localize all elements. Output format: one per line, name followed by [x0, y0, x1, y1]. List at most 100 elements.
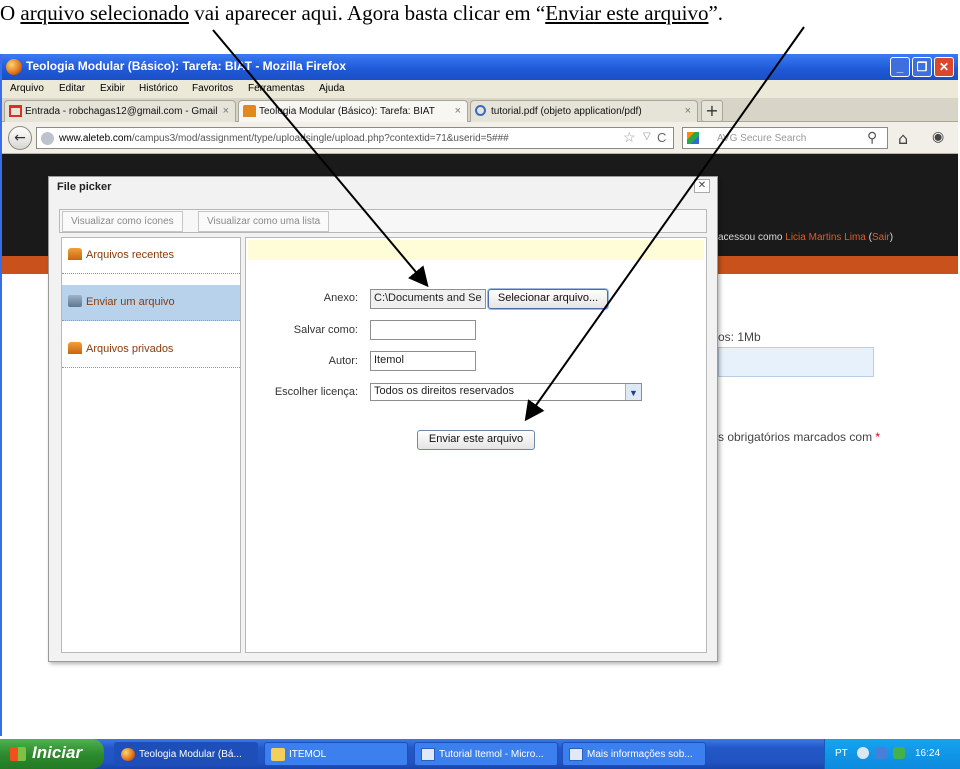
login-prefix: acessou como [718, 232, 786, 243]
windows-logo-icon [10, 747, 26, 761]
new-tab-button[interactable]: + [701, 100, 723, 122]
caption-underlined-button: Enviar este arquivo [545, 1, 709, 25]
repo-arquivos-recentes[interactable]: Arquivos recentes [62, 238, 240, 274]
title-bar[interactable]: Teologia Modular (Básico): Tarefa: BIAT … [2, 54, 958, 80]
menu-favoritos[interactable]: Favoritos [192, 83, 233, 94]
security-icon[interactable] [893, 747, 905, 759]
caption-part: vai aparecer aqui. Agora basta clicar em… [188, 1, 546, 25]
moodle-icon [68, 342, 82, 354]
salvar-como-label: Salvar como: [293, 324, 358, 336]
close-icon[interactable]: ✕ [694, 179, 710, 193]
login-user-link[interactable]: Licia Martins Lima [785, 232, 866, 243]
author-input[interactable]: Itemol [370, 351, 476, 371]
system-tray: PT 16:24 [824, 739, 960, 769]
required-fields-text: s obrigatórios marcados com * [718, 430, 880, 444]
max-size-text: os: 1Mb [718, 330, 761, 344]
repository-list: Arquivos recentes Enviar um arquivo Arqu… [61, 237, 241, 653]
taskbar-item-tutorial-word[interactable]: Tutorial Itemol - Micro... [414, 742, 558, 766]
tab-close-icon[interactable]: × [455, 105, 461, 117]
tab-label: Entrada - robchagas12@gmail.com - Gmail [25, 106, 218, 117]
window-title: Teologia Modular (Básico): Tarefa: BIAT … [26, 59, 347, 73]
file-picker-title: File picker [57, 181, 112, 193]
history-dropdown-icon[interactable]: ▽ [643, 131, 651, 142]
restore-button[interactable]: ❒ [912, 57, 932, 77]
search-icon[interactable]: ⚲ [867, 129, 877, 146]
licenca-label: Escolher licença: [274, 386, 358, 398]
menu-ferramentas[interactable]: Ferramentas [248, 83, 305, 94]
home-icon[interactable]: ⌂ [898, 129, 908, 148]
repo-label: Enviar um arquivo [86, 296, 175, 308]
file-picker-dialog: File picker ✕ Visualizar como ícones Vis… [48, 176, 718, 662]
url-domain: www.aleteb.com [59, 133, 132, 144]
taskbar-item-info-word[interactable]: Mais informações sob... [562, 742, 706, 766]
view-toolbar: Visualizar como ícones Visualizar como u… [59, 209, 707, 233]
login-info: acessou como Licia Martins Lima (Sair) [718, 232, 893, 243]
back-arrow-icon[interactable] [857, 747, 869, 759]
license-select[interactable]: Todos os direitos reservados ▼ [370, 383, 642, 401]
repo-enviar-arquivo[interactable]: Enviar um arquivo [62, 285, 240, 321]
tab-close-icon[interactable]: × [685, 105, 691, 117]
chevron-down-icon[interactable]: ▼ [625, 384, 641, 400]
folder-icon [271, 748, 285, 761]
taskbar: Iniciar Teologia Modular (Bá... ITEMOL T… [0, 739, 960, 769]
bookmark-star-icon[interactable]: ☆ [623, 129, 636, 146]
network-icon[interactable] [875, 747, 887, 759]
upload-form-panel: Anexo: C:\Documents and Se Selecionar ar… [245, 237, 707, 653]
message-bar [248, 240, 704, 260]
submit-file-button[interactable]: Enviar este arquivo [417, 430, 535, 450]
view-as-list-button[interactable]: Visualizar como uma lista [198, 211, 330, 232]
taskbar-item-label: Teologia Modular (Bá... [139, 749, 242, 760]
anexo-label: Anexo: [323, 292, 358, 304]
taskbar-item-firefox[interactable]: Teologia Modular (Bá... [114, 742, 258, 766]
reload-icon[interactable]: C [657, 130, 666, 145]
save-as-input[interactable] [370, 320, 476, 340]
caption-part: ”. [708, 1, 724, 25]
menu-arquivo[interactable]: Arquivo [10, 83, 44, 94]
tab-gmail[interactable]: Entrada - robchagas12@gmail.com - Gmail … [4, 100, 236, 122]
menu-historico[interactable]: Histórico [139, 83, 178, 94]
menu-ajuda[interactable]: Ajuda [319, 83, 345, 94]
menu-editar[interactable]: Editar [59, 83, 85, 94]
tab-label: tutorial.pdf (objeto application/pdf) [491, 106, 642, 117]
eye-icon[interactable]: ◉ [932, 129, 944, 145]
avg-icon[interactable] [687, 132, 699, 144]
search-placeholder: AVG Secure Search [717, 133, 807, 144]
firefox-icon [6, 59, 22, 75]
url-bar[interactable]: www.aleteb.com/campus3/mod/assignment/ty… [36, 127, 674, 149]
moodle-icon [68, 248, 82, 260]
upload-icon [68, 295, 82, 307]
navigation-bar: ← www.aleteb.com/campus3/mod/assignment/… [2, 122, 958, 154]
caption-underlined-file: arquivo selecionado [20, 1, 189, 25]
select-file-button[interactable]: Selecionar arquivo... [488, 289, 608, 309]
moodle-icon [243, 105, 256, 117]
tab-close-icon[interactable]: × [223, 105, 229, 117]
language-indicator[interactable]: PT [835, 748, 848, 759]
file-drop-area[interactable] [718, 347, 874, 377]
login-paren: ) [889, 232, 894, 243]
firefox-icon [121, 748, 135, 761]
view-as-icons-button[interactable]: Visualizar como ícones [62, 211, 183, 232]
back-button[interactable]: ← [8, 126, 32, 150]
url-text: www.aleteb.com/campus3/mod/assignment/ty… [59, 133, 509, 144]
start-button[interactable]: Iniciar [0, 739, 104, 769]
tab-teologia[interactable]: Teologia Modular (Básico): Tarefa: BIAT … [238, 100, 468, 123]
taskbar-item-itemol-folder[interactable]: ITEMOL [264, 742, 408, 766]
menu-exibir[interactable]: Exibir [100, 83, 125, 94]
taskbar-item-label: Mais informações sob... [587, 749, 693, 760]
repo-arquivos-privados[interactable]: Arquivos privados [62, 332, 240, 368]
close-window-button[interactable]: ✕ [934, 57, 954, 77]
search-bar[interactable]: AVG Secure Search ⚲ [682, 127, 888, 149]
file-path-input[interactable]: C:\Documents and Se [370, 289, 486, 309]
logout-link[interactable]: Sair [872, 232, 890, 243]
gmail-icon [9, 105, 22, 117]
globe-icon [41, 132, 54, 145]
search-doc-icon [475, 105, 486, 116]
word-icon [421, 748, 435, 761]
tab-tutorial-pdf[interactable]: tutorial.pdf (objeto application/pdf) × [470, 100, 698, 122]
minimize-button[interactable]: _ [890, 57, 910, 77]
required-star: * [875, 430, 881, 444]
word-icon [569, 748, 583, 761]
required-label: s obrigatórios marcados com [718, 430, 876, 444]
autor-label: Autor: [328, 355, 358, 367]
repo-label: Arquivos recentes [86, 249, 175, 261]
